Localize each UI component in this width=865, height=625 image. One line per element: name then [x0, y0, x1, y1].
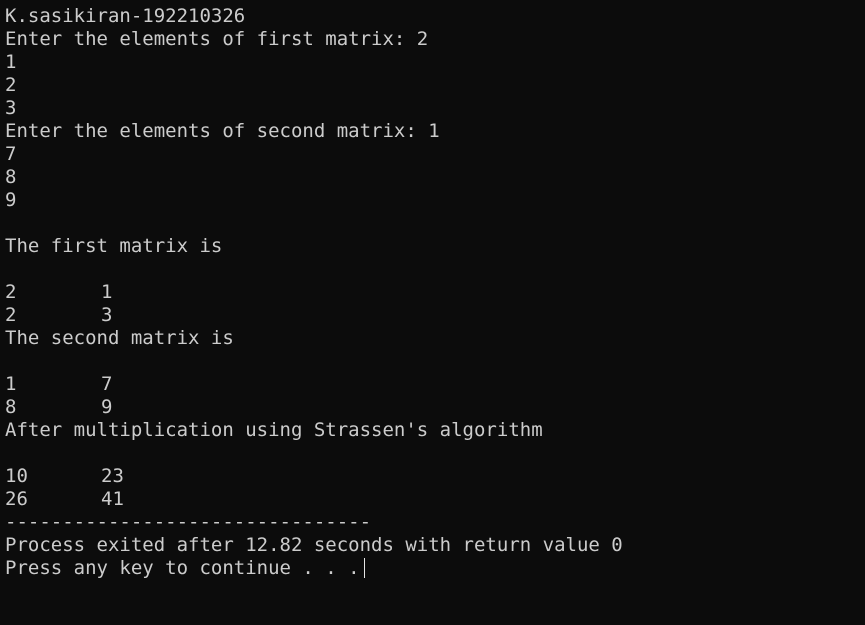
second-matrix-row: 1 7 — [5, 373, 865, 396]
first-matrix-row: 2 3 — [5, 304, 865, 327]
continue-prompt-line: Press any key to continue . . . — [5, 557, 865, 580]
input-line: 3 — [5, 97, 17, 119]
result-matrix-row: 10 23 — [5, 465, 865, 488]
matrix-cell: 3 — [101, 304, 113, 326]
input-line: 9 — [5, 189, 17, 211]
second-matrix-label: The second matrix is — [5, 327, 234, 349]
input-line: 8 — [5, 166, 17, 188]
separator-line: -------------------------------- — [5, 511, 372, 533]
text-cursor — [363, 558, 365, 578]
matrix-cell: 1 — [101, 281, 113, 303]
matrix-cell: 41 — [101, 488, 124, 510]
exit-message: Process exited after 12.82 seconds with … — [5, 534, 623, 556]
matrix-cell: 9 — [101, 396, 113, 418]
second-matrix-row: 8 9 — [5, 396, 865, 419]
result-matrix-row: 26 41 — [5, 488, 865, 511]
matrix-cell: 2 — [5, 304, 17, 326]
result-label: After multiplication using Strassen's al… — [5, 419, 543, 441]
matrix-cell: 1 — [5, 373, 17, 395]
matrix-cell: 10 — [5, 465, 28, 487]
input-line: 7 — [5, 143, 17, 165]
continue-prompt: Press any key to continue . . . — [5, 557, 360, 579]
first-matrix-prompt: Enter the elements of first matrix: 2 — [5, 28, 429, 50]
matrix-cell: 23 — [101, 465, 124, 487]
matrix-cell: 8 — [5, 396, 17, 418]
console-window[interactable]: K.sasikiran-192210326 Enter the elements… — [0, 0, 865, 625]
matrix-cell: 26 — [5, 488, 28, 510]
second-matrix-prompt: Enter the elements of second matrix: 1 — [5, 120, 440, 142]
matrix-cell: 7 — [101, 373, 113, 395]
input-line: 2 — [5, 74, 17, 96]
first-matrix-row: 2 1 — [5, 281, 865, 304]
header-line: K.sasikiran-192210326 — [5, 5, 246, 27]
input-line: 1 — [5, 51, 17, 73]
first-matrix-label: The first matrix is — [5, 235, 223, 257]
matrix-cell: 2 — [5, 281, 17, 303]
